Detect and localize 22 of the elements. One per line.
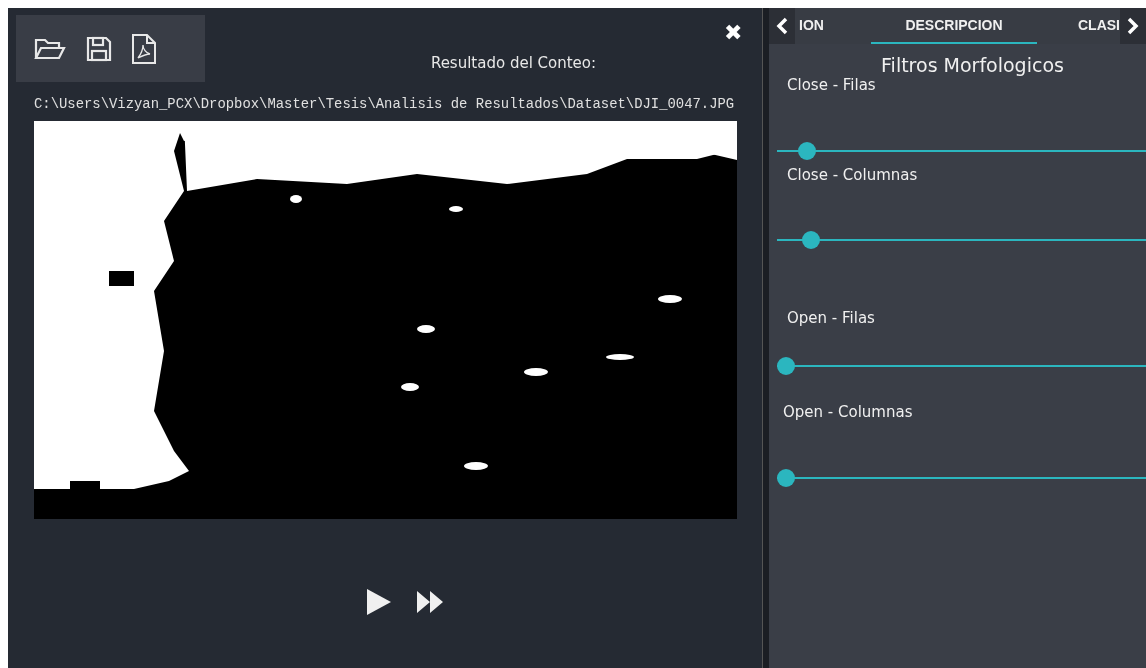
pdf-file-icon[interactable] xyxy=(132,33,156,64)
floppy-disk-icon[interactable] xyxy=(86,35,112,62)
slider-thumb[interactable] xyxy=(801,231,820,249)
chevron-right-icon[interactable] xyxy=(1120,8,1146,44)
tab[interactable]: CLASI xyxy=(1037,8,1120,44)
play-icon[interactable] xyxy=(367,589,391,615)
section-title: Filtros Morfologicos xyxy=(880,54,1065,76)
close-button[interactable]: ✖ xyxy=(724,20,742,46)
fast-forward-icon[interactable] xyxy=(417,589,443,615)
folder-icon[interactable] xyxy=(34,36,66,61)
slider-thumb[interactable] xyxy=(798,142,817,160)
tab[interactable]: DESCRIPCION xyxy=(871,8,1037,44)
file-path: C:\Users\Vizyan_PCX\Dropbox\Master\Tesis\Analisis de Resultados\Dataset\DJI_0047.JPG xyxy=(34,96,736,112)
slider-thumb[interactable] xyxy=(777,469,795,487)
slider-label: Open - Columnas xyxy=(783,403,914,421)
slider-label: Close - Columnas xyxy=(787,166,919,184)
slider-label: Close - Filas xyxy=(787,76,877,94)
slider-thumb[interactable] xyxy=(777,357,795,375)
tab[interactable]: ION xyxy=(795,8,871,44)
result-title: Resultado del Conteo: xyxy=(430,54,597,72)
chevron-left-icon[interactable] xyxy=(769,8,795,44)
slider-label: Open - Filas xyxy=(787,309,876,327)
